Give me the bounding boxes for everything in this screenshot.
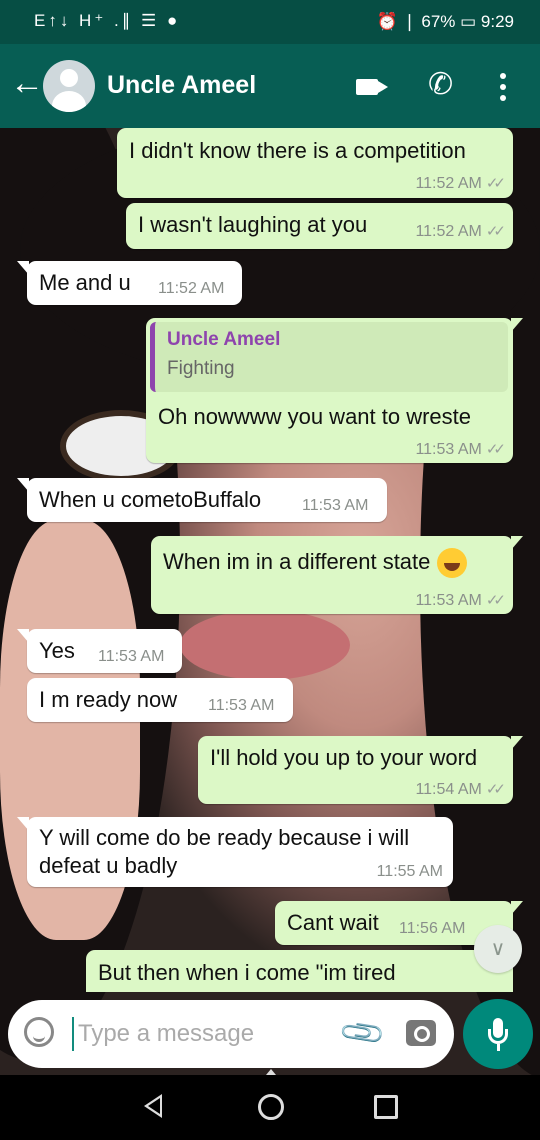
message-incoming[interactable]: I m ready now 11:53 AM xyxy=(27,678,293,722)
read-ticks-icon: ✓✓ xyxy=(485,592,506,609)
nav-back-icon[interactable] xyxy=(144,1094,162,1118)
contact-name[interactable]: Uncle Ameel xyxy=(107,71,256,100)
message-outgoing[interactable]: I wasn't laughing at you 11:52 AM ✓✓ xyxy=(126,203,513,249)
message-incoming[interactable]: Y will come do be ready because i will d… xyxy=(17,817,453,887)
quoted-message[interactable]: Uncle Ameel Fighting xyxy=(150,322,508,392)
message-text: I m ready now xyxy=(39,687,178,712)
nav-home-icon[interactable] xyxy=(258,1094,284,1120)
message-incoming[interactable]: Me and u 11:52 AM xyxy=(17,261,242,305)
message-incoming[interactable]: Yes 11:53 AM xyxy=(17,629,182,673)
message-outgoing[interactable]: I didn't know there is a competition 11:… xyxy=(117,128,513,198)
mic-button[interactable] xyxy=(463,999,533,1069)
quoted-text: Fighting xyxy=(167,358,235,379)
message-text: But then when i come "im tired xyxy=(98,960,396,985)
message-meta: 11:52 AM ✓✓ xyxy=(415,175,506,192)
video-call-icon[interactable] xyxy=(356,79,378,95)
system-navigation-bar xyxy=(0,1075,540,1140)
message-text: defeat u badly xyxy=(39,853,178,878)
message-text: When u cometoBuffalo xyxy=(39,487,262,512)
message-outgoing[interactable]: But then when i come "im tired xyxy=(86,950,513,992)
chevron-down-icon: ∨ xyxy=(490,938,506,960)
message-text: I didn't know there is a competition xyxy=(129,138,466,163)
message-list[interactable]: I didn't know there is a competition 11:… xyxy=(0,128,540,992)
message-outgoing[interactable]: I'll hold you up to your word 11:54 AM ✓✓ xyxy=(198,736,523,804)
message-text: Oh nowwww you want to wreste xyxy=(158,404,472,429)
phone-icon[interactable]: ✆ xyxy=(428,70,453,100)
read-ticks-icon: ✓✓ xyxy=(485,441,506,458)
status-right-info: ⏰ ❘ 67% ▭ 9:29 xyxy=(376,12,514,31)
face-with-tears-of-joy-emoji xyxy=(436,548,467,578)
read-ticks-icon: ✓✓ xyxy=(485,175,506,192)
message-meta: 11:54 AM ✓✓ xyxy=(415,781,506,798)
message-time: 11:53 AM xyxy=(302,497,369,514)
more-options-icon[interactable] xyxy=(500,70,508,106)
message-text: I wasn't laughing at you xyxy=(138,212,368,237)
status-bar: E↑↓ H⁺ .∥ ☰ ● ⏰ ❘ 67% ▭ 9:29 xyxy=(0,0,540,44)
message-text: Yes xyxy=(39,638,75,663)
message-composer: 📎 xyxy=(8,1000,454,1068)
message-meta: 11:53 AM ✓✓ xyxy=(415,592,506,609)
message-meta: 11:53 AM ✓✓ xyxy=(415,441,506,458)
read-ticks-icon: ✓✓ xyxy=(485,223,506,240)
message-meta: 11:52 AM ✓✓ xyxy=(415,223,506,240)
message-time: 11:56 AM xyxy=(399,920,466,937)
message-text: Cant wait xyxy=(287,910,379,935)
message-text: Y will come do be ready because i will xyxy=(39,825,410,850)
emoji-icon[interactable] xyxy=(24,1017,54,1047)
status-left-icons: E↑↓ H⁺ .∥ ☰ ● xyxy=(34,11,181,30)
avatar[interactable] xyxy=(43,60,95,112)
back-arrow-icon[interactable]: ← xyxy=(10,66,44,100)
message-incoming[interactable]: When u cometoBuffalo 11:53 AM xyxy=(17,478,387,522)
message-time: 11:53 AM xyxy=(208,697,275,714)
text-caret xyxy=(72,1017,74,1051)
attach-icon[interactable]: 📎 xyxy=(337,1008,388,1059)
message-outgoing[interactable]: When im in a different state 11:53 AM ✓✓ xyxy=(151,536,523,614)
message-input[interactable] xyxy=(78,1017,338,1051)
message-time: 11:52 AM xyxy=(158,280,225,297)
message-text: I'll hold you up to your word xyxy=(210,745,478,770)
chat-header: ← Uncle Ameel ✆ xyxy=(0,44,540,128)
message-time: 11:53 AM xyxy=(98,648,165,665)
read-ticks-icon: ✓✓ xyxy=(485,781,506,798)
nav-recent-apps-icon[interactable] xyxy=(374,1095,398,1119)
camera-icon[interactable] xyxy=(406,1020,436,1046)
quoted-sender: Uncle Ameel xyxy=(167,329,281,350)
scroll-down-button[interactable]: ∨ xyxy=(474,925,522,973)
message-text: Me and u xyxy=(39,270,131,295)
message-outgoing-reply[interactable]: Uncle Ameel Fighting Oh nowwww you want … xyxy=(146,318,523,463)
message-text: When im in a different state xyxy=(163,548,467,578)
message-time: 11:55 AM xyxy=(376,863,443,880)
